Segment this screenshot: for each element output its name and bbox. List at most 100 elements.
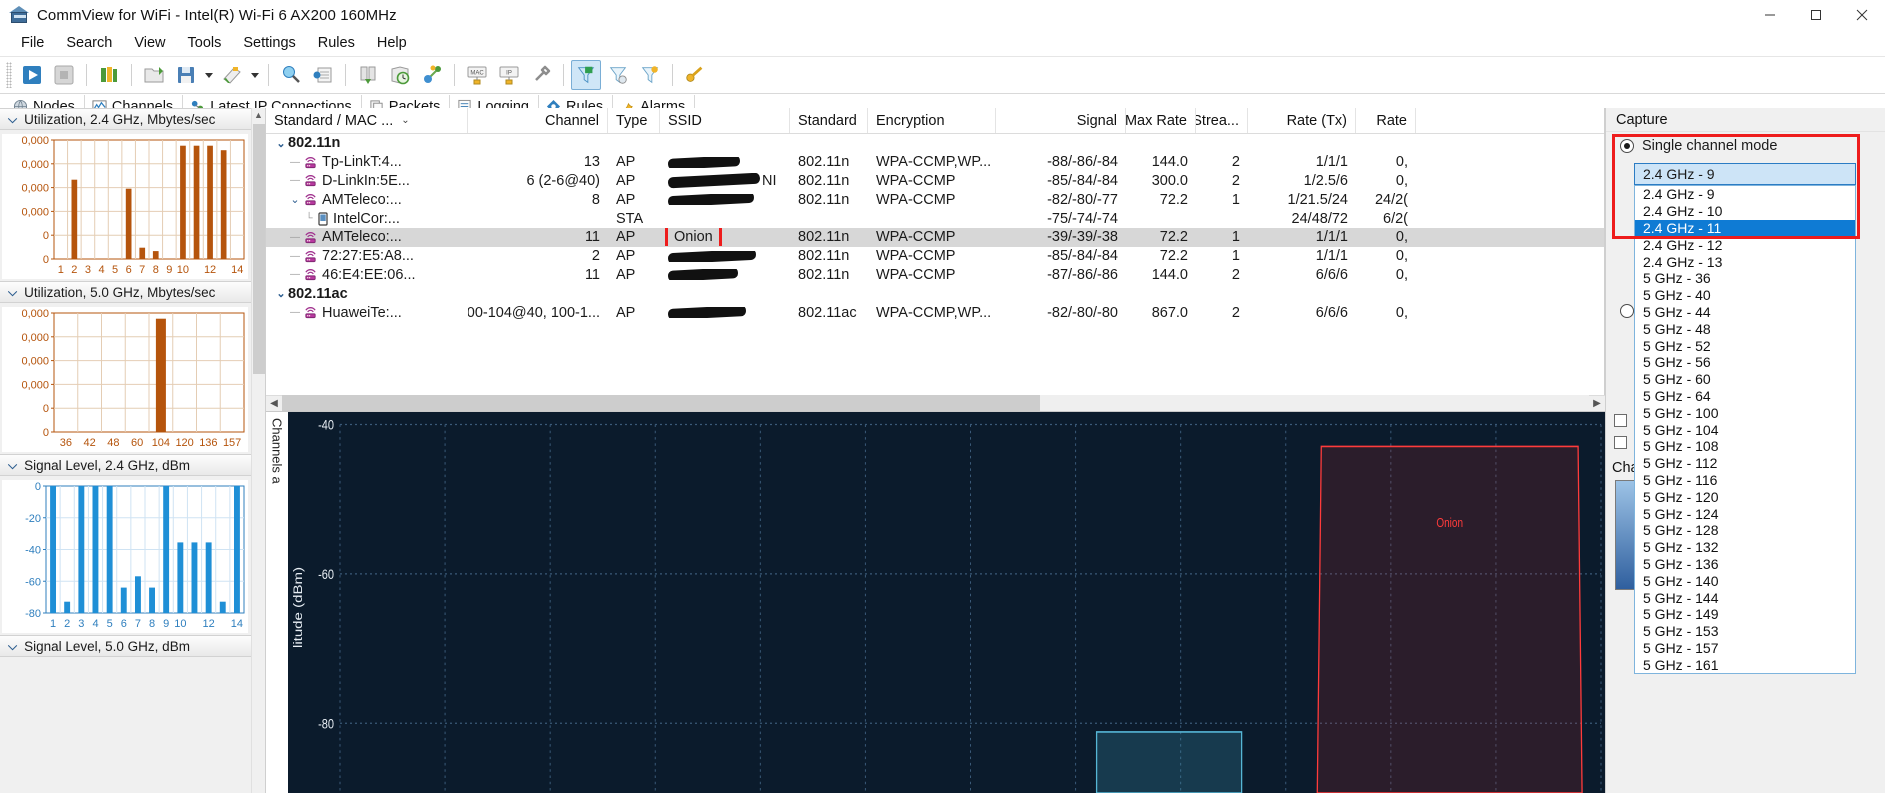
sort-caret-icon[interactable]: ⌄ — [401, 115, 409, 126]
minimize-button[interactable] — [1747, 0, 1793, 30]
node-reassociation-button[interactable] — [353, 60, 383, 90]
grid-horizontal-scrollbar[interactable]: ◀ ▶ — [266, 394, 1605, 412]
panel-header-signal-50[interactable]: ⌵ Signal Level, 5.0 GHz, dBm — [0, 635, 265, 657]
table-row[interactable]: — 46:E4:EE:06... 11 AP 802.11n WPA-CCMP -87/-8… — [266, 266, 1604, 285]
table-row[interactable]: └ IntelCor:... STA -75/-74/-74 24/48/72 6/2( — [266, 209, 1604, 228]
node-graph-button[interactable] — [417, 60, 447, 90]
channel-dropdown-list[interactable]: 2.4 GHz - 9 2.4 GHz - 10 2.4 GHz - 11 2.4 G… — [1634, 185, 1856, 675]
menu-item-search[interactable]: Search — [55, 32, 123, 54]
menu-item-help[interactable]: Help — [366, 32, 418, 54]
left-panel-scrollbar[interactable]: ▲ — [251, 108, 265, 793]
ip-alias-button[interactable]: IP — [494, 60, 524, 90]
grid-group-row[interactable]: ⌄ 802.11ac — [266, 284, 1604, 303]
help-button[interactable] — [680, 60, 710, 90]
column-header-rate[interactable]: Rate — [1356, 108, 1416, 133]
menu-item-file[interactable]: File — [10, 32, 55, 54]
grid-group-row[interactable]: ⌄ 802.11n — [266, 134, 1604, 153]
column-header-type[interactable]: Type — [608, 108, 660, 133]
save-dropdown-arrow[interactable] — [202, 60, 216, 90]
column-header-signal[interactable]: Signal — [996, 108, 1126, 133]
channel-option-5-ghz-104[interactable]: 5 GHz - 104 — [1635, 421, 1855, 438]
menu-item-rules[interactable]: Rules — [307, 32, 366, 54]
start-capture-button[interactable] — [17, 60, 47, 90]
channel-option-5-ghz-161[interactable]: 5 GHz - 161 — [1635, 656, 1855, 673]
channel-select-combobox[interactable]: 2.4 GHz - 9 — [1634, 163, 1856, 185]
channel-option-5-ghz-44[interactable]: 5 GHz - 44 — [1635, 304, 1855, 321]
channel-option-5-ghz-132[interactable]: 5 GHz - 132 — [1635, 539, 1855, 556]
channel-option-5-ghz-140[interactable]: 5 GHz - 140 — [1635, 572, 1855, 589]
menu-item-view[interactable]: View — [123, 32, 176, 54]
menu-item-tools[interactable]: Tools — [177, 32, 233, 54]
tree-expand-icon[interactable]: ⌄ — [274, 287, 288, 300]
alarms-button[interactable] — [635, 60, 665, 90]
panel-header-utilization-24[interactable]: ⌵ Utilization, 2.4 GHz, Mbytes/sec — [0, 108, 265, 130]
clear-dropdown-arrow[interactable] — [248, 60, 262, 90]
capture-checkbox-1[interactable] — [1614, 414, 1627, 431]
channel-option-2-4-ghz-9[interactable]: 2.4 GHz - 9 — [1635, 186, 1855, 203]
panel-header-utilization-50[interactable]: ⌵ Utilization, 5.0 GHz, Mbytes/sec — [0, 281, 265, 303]
channel-option-5-ghz-108[interactable]: 5 GHz - 108 — [1635, 438, 1855, 455]
advanced-rules-button[interactable] — [603, 60, 633, 90]
scrollbar-thumb[interactable] — [253, 124, 265, 374]
channel-option-5-ghz-157[interactable]: 5 GHz - 157 — [1635, 640, 1855, 657]
channel-option-5-ghz-128[interactable]: 5 GHz - 128 — [1635, 522, 1855, 539]
mac-alias-button[interactable]: MAC — [462, 60, 492, 90]
channel-option-5-ghz-112[interactable]: 5 GHz - 112 — [1635, 455, 1855, 472]
scroll-left-icon[interactable]: ◀ — [266, 398, 282, 409]
column-header-rate_tx[interactable]: Rate (Tx) — [1248, 108, 1356, 133]
channel-option-5-ghz-124[interactable]: 5 GHz - 124 — [1635, 505, 1855, 522]
channel-option-5-ghz-36[interactable]: 5 GHz - 36 — [1635, 270, 1855, 287]
table-row[interactable]: — 72:27:E5:A8... 2 AP 802.11n WPA-CCMP -85/-84… — [266, 247, 1604, 266]
clear-button[interactable] — [217, 60, 247, 90]
table-row[interactable]: ⌄ AMTeleco:... 8 AP 802.11n WPA-CCMP -82/-80/-… — [266, 190, 1604, 209]
table-row[interactable]: — AMTeleco:... 11 AP Onion 802.11n WPA-CCMP -39… — [266, 227, 1604, 247]
column-header-streams[interactable]: Strea... — [1196, 108, 1248, 133]
scanner-button[interactable] — [385, 60, 415, 90]
column-header-encryption[interactable]: Encryption — [868, 108, 996, 133]
menu-item-settings[interactable]: Settings — [232, 32, 306, 54]
rules-filter-button[interactable] — [571, 60, 601, 90]
scroll-right-icon[interactable]: ▶ — [1589, 398, 1605, 409]
open-log-button[interactable] — [94, 60, 124, 90]
close-button[interactable] — [1839, 0, 1885, 30]
channel-option-5-ghz-52[interactable]: 5 GHz - 52 — [1635, 337, 1855, 354]
channel-option-2-4-ghz-11[interactable]: 2.4 GHz - 11 — [1635, 219, 1855, 237]
channel-option-2-4-ghz-12[interactable]: 2.4 GHz - 12 — [1635, 236, 1855, 253]
channel-option-5-ghz-149[interactable]: 5 GHz - 149 — [1635, 606, 1855, 623]
open-file-button[interactable] — [139, 60, 169, 90]
settings-button[interactable] — [526, 60, 556, 90]
single-channel-mode-row[interactable]: Single channel mode — [1606, 132, 1885, 158]
channel-option-5-ghz-64[interactable]: 5 GHz - 64 — [1635, 388, 1855, 405]
scanner-mode-radio[interactable] — [1620, 304, 1634, 322]
channel-option-5-ghz-48[interactable]: 5 GHz - 48 — [1635, 320, 1855, 337]
channel-option-5-ghz-144[interactable]: 5 GHz - 144 — [1635, 589, 1855, 606]
hscroll-thumb[interactable] — [282, 395, 1041, 412]
channel-option-5-ghz-153[interactable]: 5 GHz - 153 — [1635, 623, 1855, 640]
scroll-up-icon[interactable]: ▲ — [252, 108, 265, 122]
table-row[interactable]: — Tp-LinkT:4... 13 AP 802.11n WPA-CCMP,WP... -… — [266, 153, 1604, 172]
find-button[interactable] — [276, 60, 306, 90]
channel-option-5-ghz-136[interactable]: 5 GHz - 136 — [1635, 556, 1855, 573]
channel-option-2-4-ghz-10[interactable]: 2.4 GHz - 10 — [1635, 203, 1855, 220]
column-header-ssid[interactable]: SSID — [660, 108, 790, 133]
column-header-max_rate[interactable]: Max Rate — [1126, 108, 1196, 133]
table-row[interactable]: — HuaweiTe:... 100 (100-104@40, 100-1... AP… — [266, 303, 1604, 322]
table-row[interactable]: — D-LinkIn:5E... 6 (2-6@40) AP NI 802.11n WPA-… — [266, 172, 1604, 191]
channel-option-5-ghz-116[interactable]: 5 GHz - 116 — [1635, 472, 1855, 489]
stop-capture-button[interactable] — [49, 60, 79, 90]
tree-expand-icon[interactable]: ⌄ — [288, 193, 302, 206]
column-header-standard[interactable]: Standard — [790, 108, 868, 133]
channel-option-5-ghz-40[interactable]: 5 GHz - 40 — [1635, 287, 1855, 304]
toolbar-grip[interactable] — [6, 62, 12, 88]
hscroll-track[interactable] — [282, 395, 1589, 412]
capture-checkbox-2[interactable] — [1614, 436, 1627, 453]
panel-header-signal-24[interactable]: ⌵ Signal Level, 2.4 GHz, dBm — [0, 454, 265, 476]
channel-option-5-ghz-120[interactable]: 5 GHz - 120 — [1635, 488, 1855, 505]
save-file-button[interactable] — [171, 60, 201, 90]
maximize-button[interactable] — [1793, 0, 1839, 30]
tree-expand-icon[interactable]: ⌄ — [274, 137, 288, 150]
packet-generator-button[interactable] — [308, 60, 338, 90]
column-header-standard_mac[interactable]: Standard / MAC ... ⌄ — [266, 108, 468, 133]
channel-option-5-ghz-56[interactable]: 5 GHz - 56 — [1635, 354, 1855, 371]
channel-option-5-ghz-100[interactable]: 5 GHz - 100 — [1635, 404, 1855, 421]
